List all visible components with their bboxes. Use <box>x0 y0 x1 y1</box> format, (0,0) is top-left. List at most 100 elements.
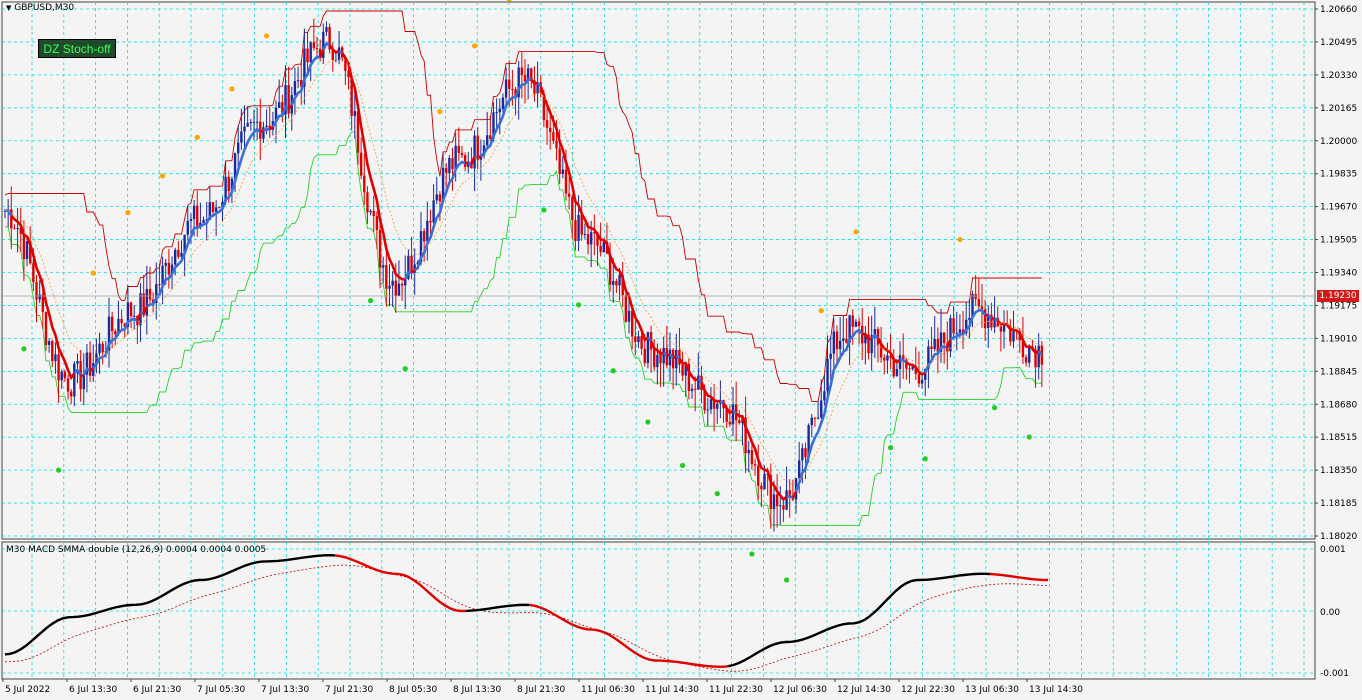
candle-body <box>189 219 193 222</box>
candle-body <box>810 417 813 426</box>
candle-body <box>643 348 646 364</box>
candle-body <box>129 302 133 317</box>
candle-body <box>508 79 511 89</box>
price-tick-label: 1.18020 <box>1320 532 1357 542</box>
price-tick-label: 1.19670 <box>1320 203 1357 213</box>
sell-signal-dot <box>437 108 443 115</box>
candle-body <box>249 122 253 124</box>
time-tick-label: 8 Jul 21:30 <box>517 685 566 695</box>
price-tick-label: 1.20660 <box>1320 5 1357 15</box>
candle-body <box>883 357 886 361</box>
price-tick-label: 1.19835 <box>1320 170 1357 180</box>
candle-body <box>785 490 788 510</box>
candle-body <box>942 332 946 344</box>
ma-fast-line <box>259 129 264 134</box>
candle-body <box>577 214 580 241</box>
candle-body <box>750 450 754 465</box>
candle-body <box>13 228 16 230</box>
candle-body <box>1024 357 1028 363</box>
time-tick-label: 6 Jul 21:30 <box>133 685 182 695</box>
candle-body <box>391 280 394 286</box>
ma-fast-line <box>89 367 94 372</box>
buy-signal-dot <box>887 445 894 451</box>
candle-body <box>851 315 854 327</box>
triangle-down-icon[interactable]: ▼ <box>6 4 11 12</box>
candle-body <box>668 349 672 366</box>
candle-body <box>567 193 571 197</box>
candle-body <box>337 47 341 60</box>
candle-body <box>173 249 177 265</box>
ma-fast-line <box>477 155 482 159</box>
buy-signal-dot <box>679 462 686 469</box>
candle-body <box>133 315 136 317</box>
price-tick-label: 1.18845 <box>1320 367 1357 377</box>
candle-body <box>69 391 73 397</box>
price-axis: 1.20660 1.20495 1.20330 1.20165 1.20000 1.198… <box>1315 5 1357 542</box>
candle-body <box>73 363 76 397</box>
candle-body <box>763 473 766 490</box>
candle-body <box>51 341 54 361</box>
candle-body <box>571 196 574 220</box>
price-tick-label: 1.20000 <box>1320 137 1357 147</box>
candle-body <box>958 329 962 333</box>
candle-body <box>801 448 804 461</box>
candle-body <box>1037 345 1040 368</box>
symbol-label: ▼ GBPUSD,M30 <box>6 3 74 13</box>
candle-body <box>854 321 858 327</box>
price-tick-label: 1.20495 <box>1320 38 1357 48</box>
candle-body <box>690 388 694 392</box>
time-axis: 5 Jul 2022 6 Jul 13:30 6 Jul 21:30 7 Jul 05… <box>2 679 1083 695</box>
macd-axis: 0.001 0.00 -0.001 <box>1320 545 1349 679</box>
candle-body <box>775 494 779 507</box>
candle-body <box>394 280 397 296</box>
macd-tick-label: 0.00 <box>1320 608 1340 618</box>
macd-pane[interactable] <box>1 541 1316 680</box>
candle-body <box>16 228 19 230</box>
candle-body <box>706 409 709 411</box>
candle-body <box>426 220 429 242</box>
candle-body <box>246 123 249 127</box>
candle-body <box>237 142 240 154</box>
candle-body <box>574 219 577 241</box>
candle-body <box>523 75 527 82</box>
candle-body <box>813 417 817 419</box>
candle-body <box>445 167 448 173</box>
candle-body <box>624 295 628 322</box>
candle-body <box>375 216 379 230</box>
price-pane[interactable] <box>1 1 1316 540</box>
ma-fast-line <box>474 154 479 159</box>
candle-body <box>66 378 70 392</box>
price-tick-label: 1.20165 <box>1320 104 1357 114</box>
candle-body <box>675 349 678 369</box>
macd-tick-label: -0.001 <box>1320 669 1349 679</box>
candle-body <box>485 135 489 146</box>
candle-body <box>495 112 498 114</box>
stoch-toggle-button[interactable]: DZ Stoch-off <box>38 39 116 58</box>
candle-body <box>82 374 85 390</box>
candle-body <box>177 249 180 257</box>
candle-body <box>438 194 442 202</box>
ma-fast-line <box>262 127 270 132</box>
candle-body <box>167 262 171 275</box>
candle-body <box>693 388 697 390</box>
time-tick-label: 7 Jul 05:30 <box>197 685 246 695</box>
sell-signal-dot <box>125 210 131 216</box>
candle-body <box>709 399 713 410</box>
candle-body <box>385 265 388 289</box>
sell-signal-dot <box>229 86 235 92</box>
price-tick-label: 1.18185 <box>1320 499 1357 509</box>
candle-body <box>158 284 161 286</box>
candle-body <box>895 368 899 377</box>
buy-signal-dot <box>21 346 27 352</box>
candle-body <box>243 126 246 132</box>
candle-body <box>309 42 312 63</box>
candle-body <box>662 347 665 364</box>
candle-body <box>88 352 92 376</box>
buy-signal-dot <box>922 456 928 462</box>
candle-body <box>498 108 501 113</box>
trading-chart[interactable]: 1.20660 1.20495 1.20330 1.20165 1.20000 1.198… <box>0 0 1362 700</box>
buy-signal-dot <box>367 298 374 304</box>
sell-signal-dot <box>263 33 270 39</box>
sell-signal-dot <box>957 236 963 243</box>
candle-body <box>400 283 404 286</box>
